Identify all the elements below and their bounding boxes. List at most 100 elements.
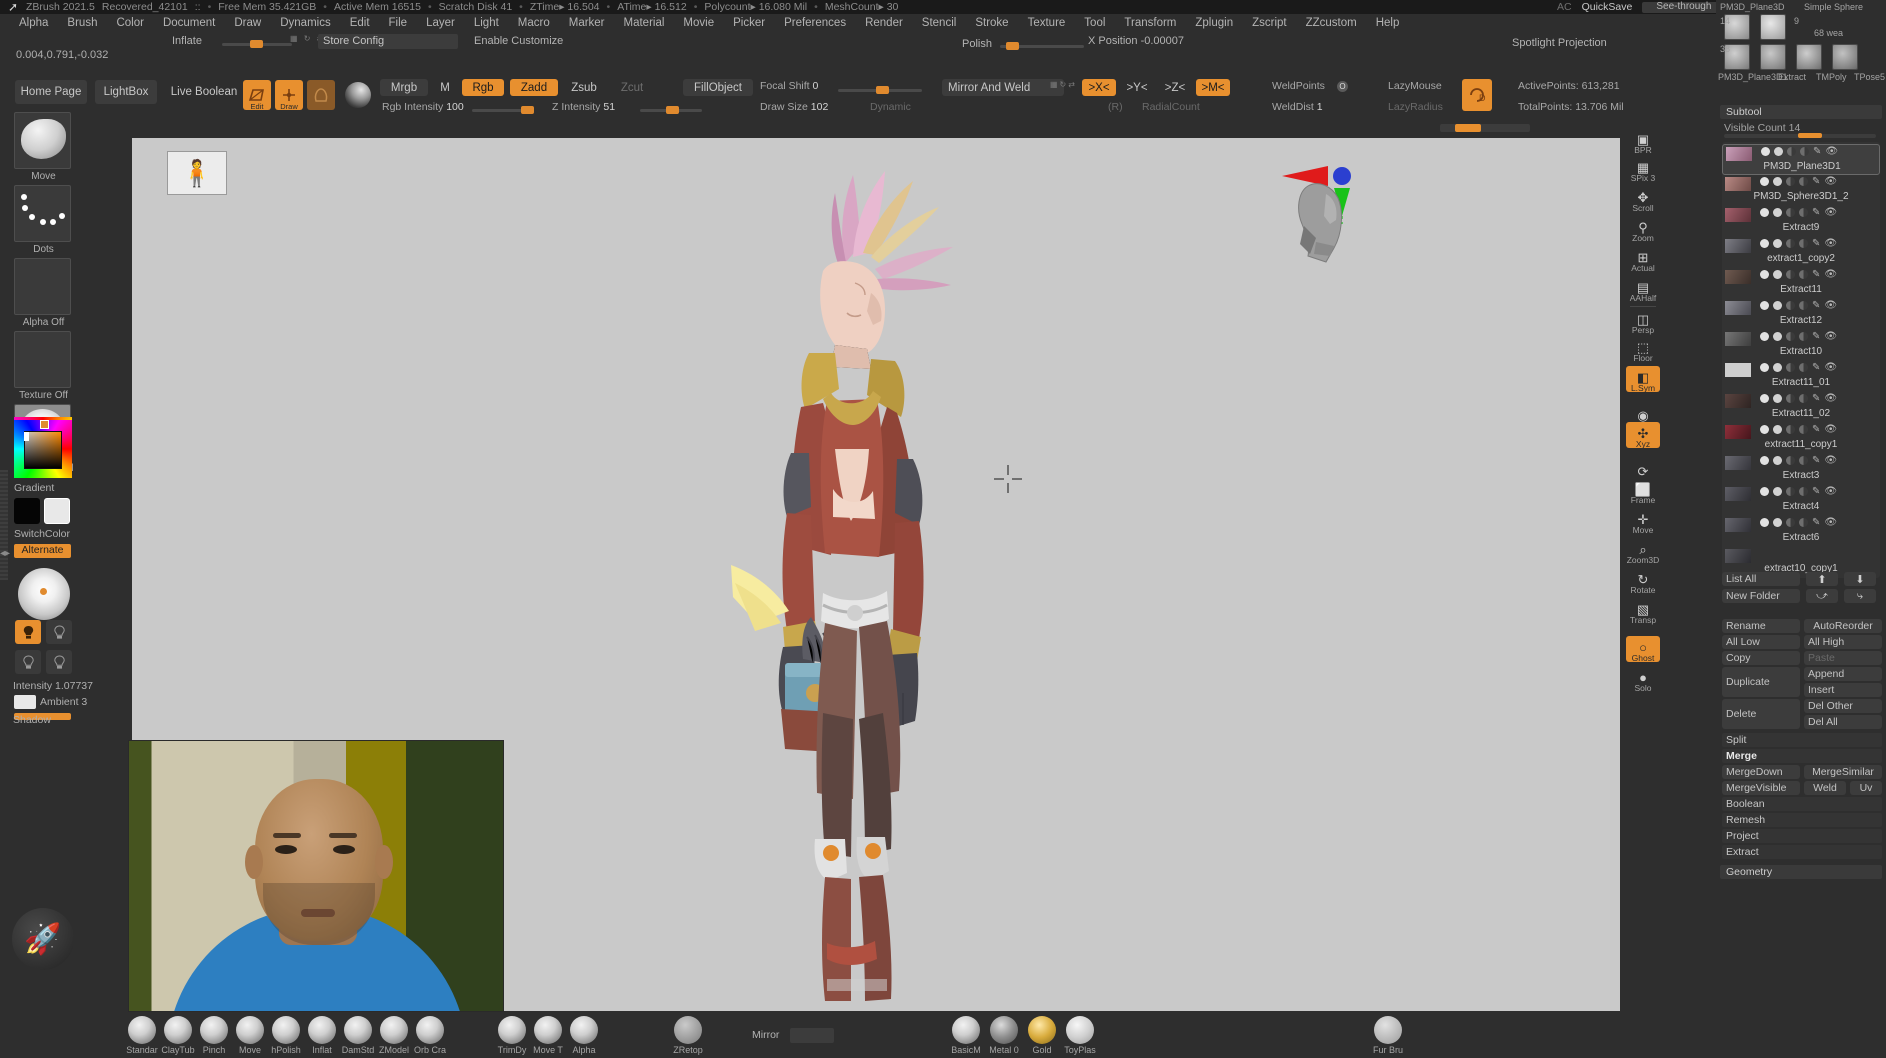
polish-label[interactable]: Polish bbox=[962, 38, 992, 50]
menu-color[interactable]: Color bbox=[107, 15, 152, 31]
quicksave-button[interactable]: QuickSave bbox=[1582, 1, 1633, 13]
bottom-brush-4[interactable]: hPolish bbox=[266, 1016, 306, 1055]
menu-render[interactable]: Render bbox=[856, 15, 912, 31]
brush-swatch[interactable]: Move bbox=[14, 112, 71, 182]
menu-zplugin[interactable]: Zplugin bbox=[1186, 15, 1242, 31]
material-preview-sphere[interactable] bbox=[345, 82, 371, 108]
ambient-label[interactable]: Ambient 3 bbox=[40, 696, 87, 708]
menu-light[interactable]: Light bbox=[465, 15, 508, 31]
menu-preferences[interactable]: Preferences bbox=[775, 15, 855, 31]
rail-item-xyz[interactable]: ✣ Xyz bbox=[1626, 422, 1660, 448]
rail-item-floor[interactable]: ⬚ Floor bbox=[1626, 336, 1660, 362]
rail-item-solo[interactable]: ● Solo bbox=[1626, 666, 1660, 692]
ambient-color-swatch[interactable] bbox=[14, 695, 36, 709]
subtool-icons-6[interactable]: ✎ 👁 bbox=[1760, 332, 1837, 342]
mirror-axis-z-button[interactable]: >Z< bbox=[1158, 79, 1192, 96]
menu-edit[interactable]: Edit bbox=[341, 15, 379, 31]
visible-count-handle[interactable] bbox=[1798, 133, 1822, 138]
rail-item-transp[interactable]: ▧ Transp bbox=[1626, 598, 1660, 624]
subtool-icons-11[interactable]: ✎ 👁 bbox=[1760, 487, 1837, 497]
bottom-brush-3[interactable]: Move bbox=[230, 1016, 270, 1055]
del-other-button[interactable]: Del Other bbox=[1804, 699, 1882, 713]
menu-movie[interactable]: Movie bbox=[674, 15, 723, 31]
mirror-axis-x-button[interactable]: >X< bbox=[1082, 79, 1116, 96]
rail-item-ghost[interactable]: ○ Ghost bbox=[1626, 636, 1660, 662]
z-intensity-slider[interactable] bbox=[640, 106, 702, 114]
subtool-row-11[interactable]: ✎ 👁 Extract4 bbox=[1722, 485, 1880, 516]
rail-item-actual[interactable]: ⊞ Actual bbox=[1626, 246, 1660, 272]
draw-size-track[interactable] bbox=[1440, 124, 1530, 132]
gradient-label[interactable]: Gradient bbox=[14, 482, 54, 494]
lightbox-button[interactable]: LightBox bbox=[95, 80, 157, 104]
menu-help[interactable]: Help bbox=[1367, 15, 1409, 31]
rail-item-frame[interactable]: ⬜ Frame bbox=[1626, 478, 1660, 504]
subtool-icons-1[interactable]: ✎ 👁 bbox=[1760, 177, 1837, 187]
rail-item-bpr[interactable]: ▣ BPR bbox=[1626, 128, 1660, 154]
subtool-icons-4[interactable]: ✎ 👁 bbox=[1760, 270, 1837, 280]
webcam-overlay[interactable] bbox=[128, 740, 504, 1012]
merge-down-button[interactable]: MergeDown bbox=[1722, 765, 1800, 779]
tool-thumb-sphere[interactable] bbox=[1760, 14, 1786, 40]
stroke-swatch[interactable]: Dots bbox=[14, 185, 71, 255]
lazy-mouse-label[interactable]: LazyMouse bbox=[1388, 80, 1442, 92]
light-preview-sphere[interactable] bbox=[18, 568, 70, 620]
lazy-radius-label[interactable]: LazyRadius bbox=[1388, 101, 1443, 113]
bottom-brush-g2-1[interactable]: Move T bbox=[528, 1016, 568, 1055]
intensity-label[interactable]: Intensity 1.07737 bbox=[13, 680, 93, 692]
subtool-icons-10[interactable]: ✎ 👁 bbox=[1760, 456, 1837, 466]
subtool-icons-9[interactable]: ✎ 👁 bbox=[1760, 425, 1837, 435]
subtool-section-header[interactable]: Subtool bbox=[1720, 105, 1882, 119]
subtool-row-10[interactable]: ✎ 👁 Extract3 bbox=[1722, 454, 1880, 485]
texture-swatch[interactable]: Texture Off bbox=[14, 331, 71, 401]
subtool-row-5[interactable]: ✎ 👁 Extract12 bbox=[1722, 299, 1880, 330]
tool-thumb-tmpoly[interactable] bbox=[1760, 44, 1786, 70]
menu-zscript[interactable]: Zscript bbox=[1243, 15, 1296, 31]
move-down-button[interactable]: ⬇ bbox=[1844, 572, 1876, 586]
subtool-row-6[interactable]: ✎ 👁 Extract10 bbox=[1722, 330, 1880, 361]
rail-item-scroll[interactable]: ✥ Scroll bbox=[1626, 186, 1660, 212]
rail-item-move[interactable]: ✛ Move bbox=[1626, 508, 1660, 534]
menu-brush[interactable]: Brush bbox=[58, 15, 106, 31]
subtool-row-1[interactable]: ✎ 👁 PM3D_Sphere3D1_2 bbox=[1722, 175, 1880, 206]
paste-button[interactable]: Paste bbox=[1804, 651, 1882, 665]
subtool-row-4[interactable]: ✎ 👁 Extract11 bbox=[1722, 268, 1880, 299]
inflate-slider[interactable] bbox=[222, 40, 292, 48]
subtool-icons-7[interactable]: ✎ 👁 bbox=[1760, 363, 1837, 373]
delete-button[interactable]: Delete bbox=[1722, 699, 1800, 729]
rail-item-reset[interactable]: ⟳ bbox=[1626, 452, 1660, 478]
rail-item-spix[interactable]: ▦ SPix 3 bbox=[1626, 156, 1660, 182]
zsub-button[interactable]: Zsub bbox=[562, 79, 606, 96]
append-button[interactable]: Append bbox=[1804, 667, 1882, 681]
move-mode-icon[interactable] bbox=[307, 80, 335, 110]
edit-mode-icon[interactable]: Edit bbox=[243, 80, 271, 111]
shadow-label[interactable]: Shadow bbox=[13, 714, 51, 726]
color-picker-wheel[interactable] bbox=[14, 420, 72, 478]
lazy-mouse-toggle-icon[interactable]: D bbox=[1462, 79, 1492, 111]
subtool-row-9[interactable]: ✎ 👁 extract11_copy1 bbox=[1722, 423, 1880, 454]
scale-reference-thumbnail[interactable]: 🧍 bbox=[167, 151, 227, 195]
subtool-icons-5[interactable]: ✎ 👁 bbox=[1760, 301, 1837, 311]
uv-button[interactable]: Uv bbox=[1850, 781, 1882, 795]
copy-button[interactable]: Copy bbox=[1722, 651, 1800, 665]
menu-layer[interactable]: Layer bbox=[417, 15, 464, 31]
rgb-intensity-slider[interactable] bbox=[472, 106, 534, 114]
alpha-swatch[interactable]: Alpha Off bbox=[14, 258, 71, 328]
weld-dist-label[interactable]: WeldDist 1 bbox=[1272, 101, 1323, 113]
draw-size-label[interactable]: Draw Size 102 bbox=[760, 101, 828, 113]
subtool-row-0[interactable]: ✎ 👁 PM3D_Plane3D1 bbox=[1722, 144, 1880, 175]
rename-button[interactable]: Rename bbox=[1722, 619, 1800, 633]
light-position-handle[interactable] bbox=[40, 588, 47, 595]
subtool-row-8[interactable]: ✎ 👁 Extract11_02 bbox=[1722, 392, 1880, 423]
insert-button[interactable]: Insert bbox=[1804, 683, 1882, 697]
focal-shift-label[interactable]: Focal Shift 0 bbox=[760, 80, 818, 92]
weld-points-label[interactable]: WeldPoints bbox=[1272, 80, 1325, 92]
bottom-brush-g2-2[interactable]: Alpha bbox=[564, 1016, 604, 1055]
mirror-field-bottom[interactable] bbox=[790, 1028, 834, 1043]
mrgb-button[interactable]: Mrgb bbox=[380, 79, 428, 96]
bottom-brush-0[interactable]: Standar bbox=[122, 1016, 162, 1055]
menu-zzcustom[interactable]: ZZcustom bbox=[1297, 15, 1366, 31]
group-in-button[interactable]: ⤻ bbox=[1806, 589, 1838, 603]
fill-object-button[interactable]: FillObject bbox=[683, 79, 753, 96]
subtool-row-2[interactable]: ✎ 👁 Extract9 bbox=[1722, 206, 1880, 237]
z-intensity-label[interactable]: Z Intensity 51 bbox=[552, 101, 615, 113]
